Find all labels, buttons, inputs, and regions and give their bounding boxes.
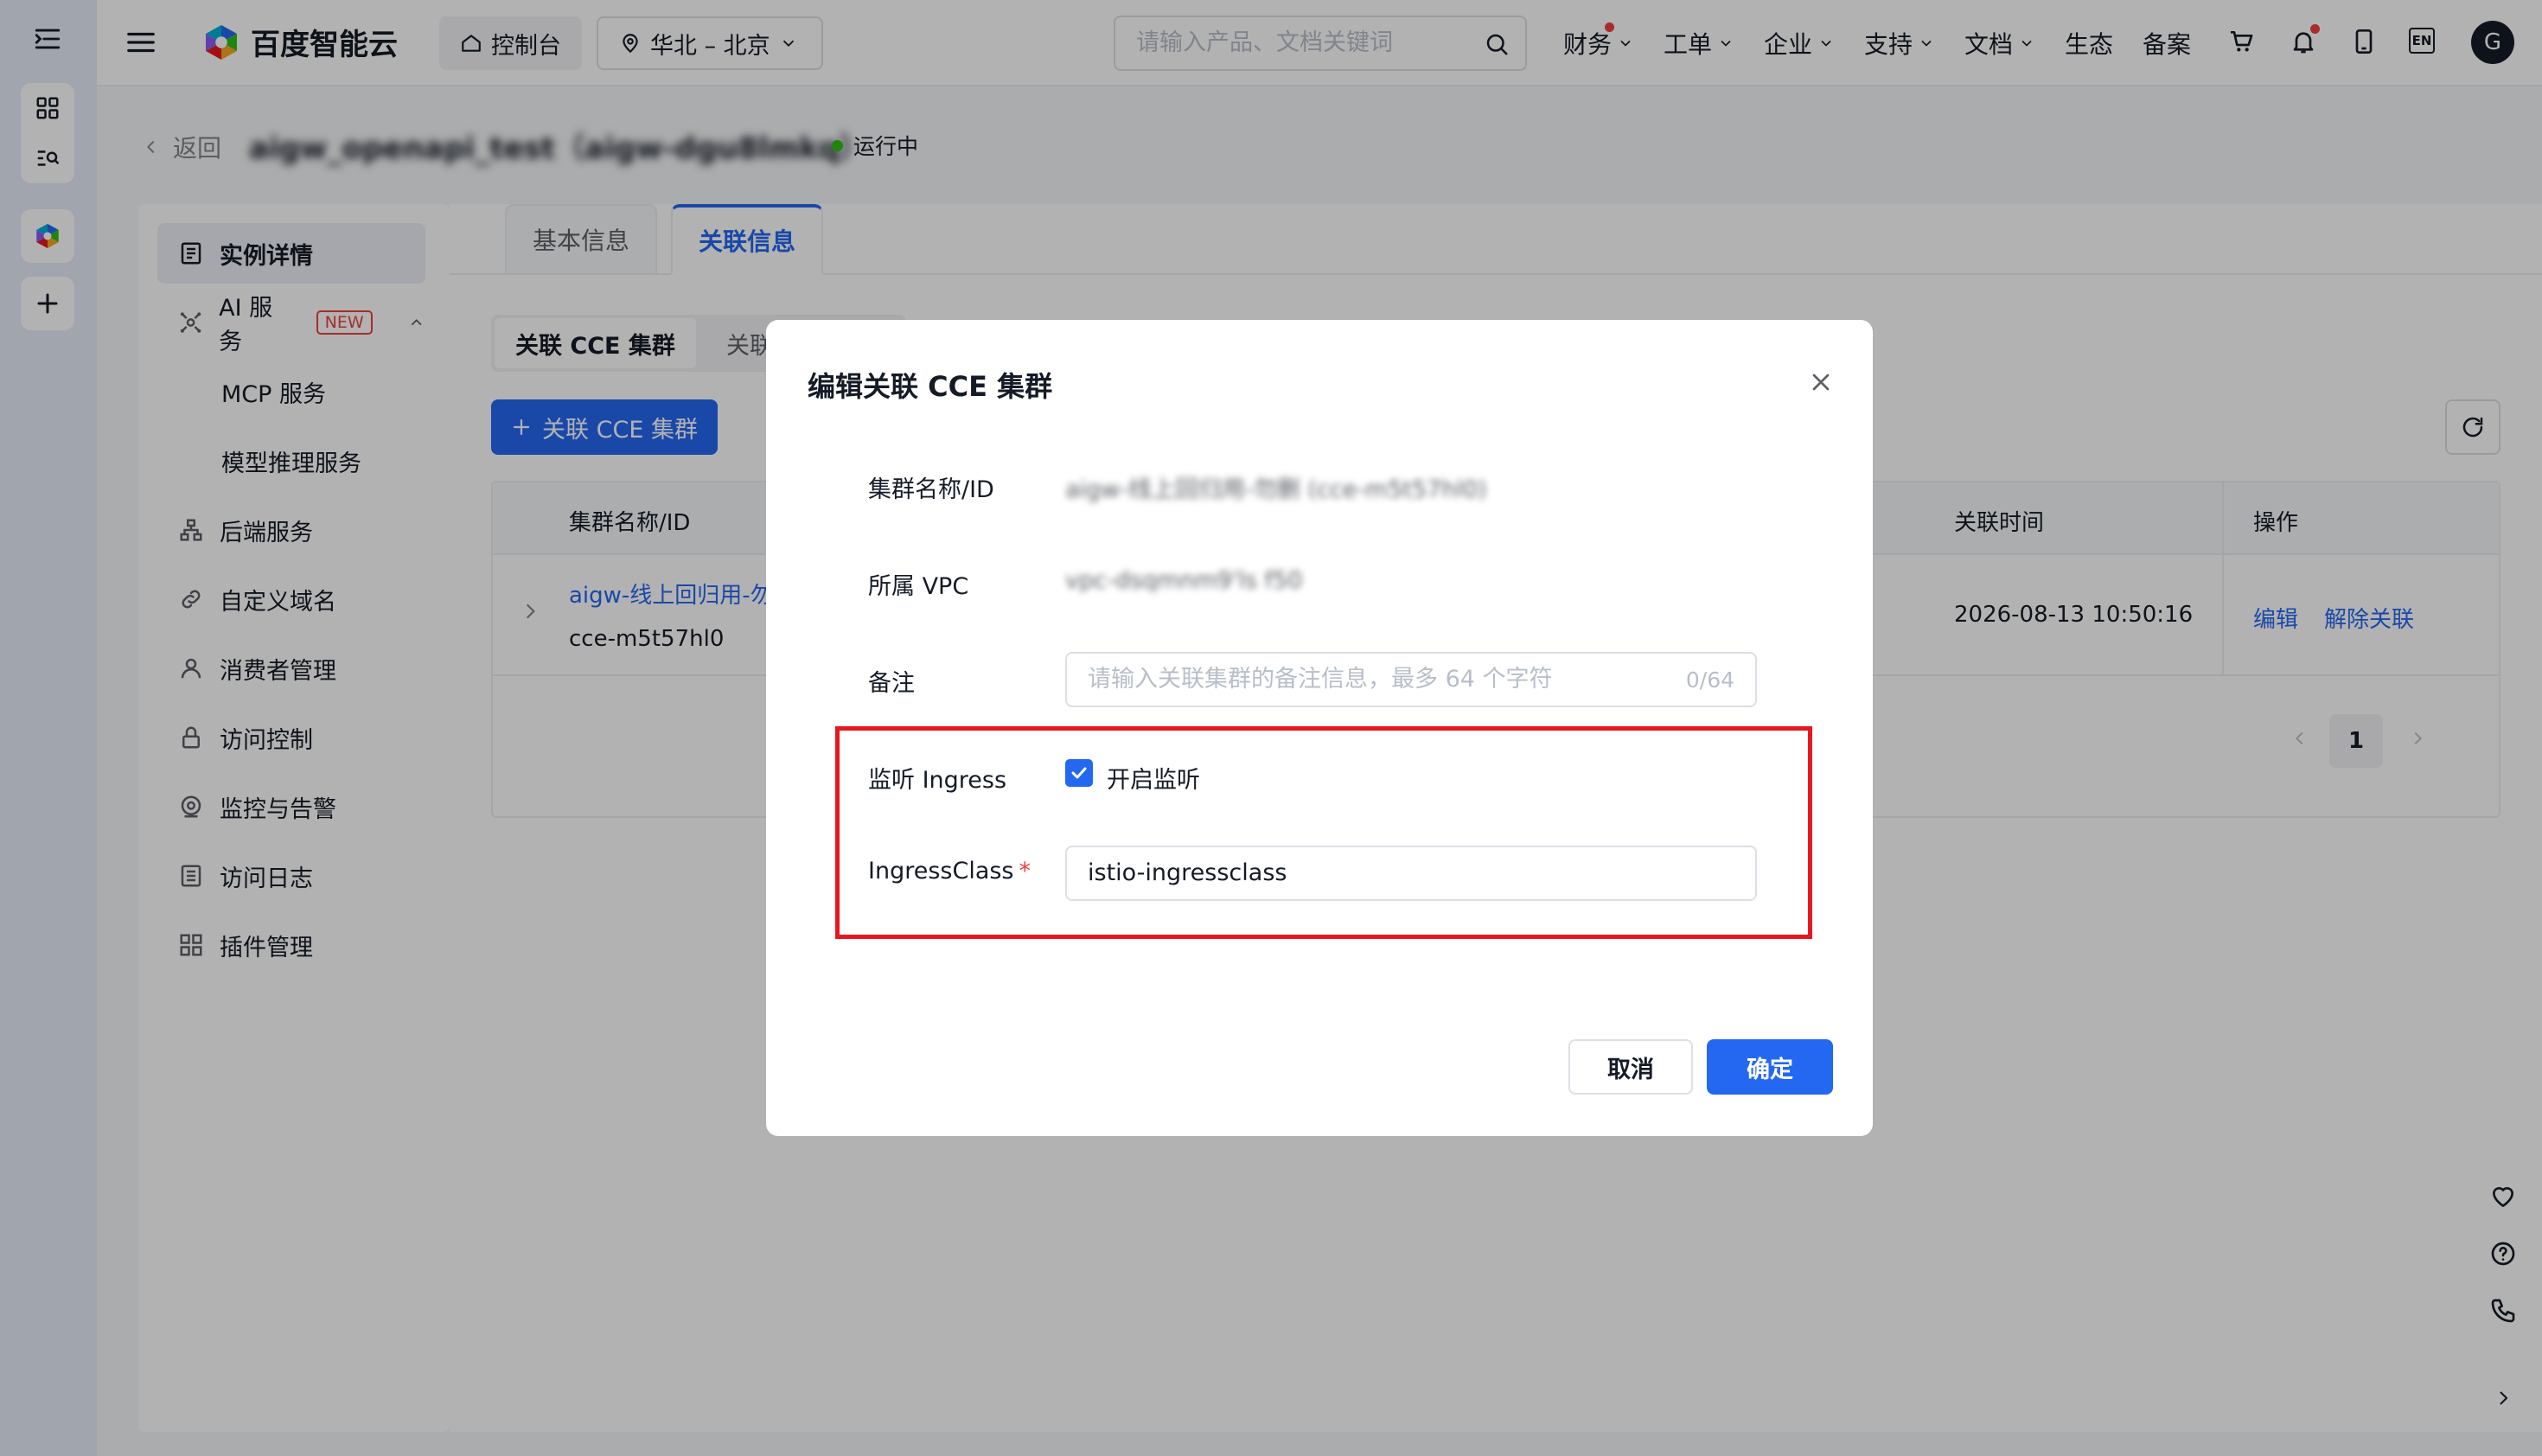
cluster-name-value: aigw-线上回归用-勿删 (cce-m5t57hl0)	[1065, 476, 1487, 503]
highlight-box	[835, 726, 1812, 939]
cancel-button[interactable]: 取消	[1568, 1039, 1693, 1095]
dialog-title: 编辑关联 CCE 集群	[808, 370, 1053, 403]
cluster-name-label: 集群名称/ID	[868, 476, 994, 503]
remark-input[interactable]	[1088, 666, 1641, 693]
vpc-label: 所属 VPC	[868, 573, 969, 600]
ingressclass-field[interactable]	[1065, 846, 1757, 901]
vpc-value: vpc-dsqmnm9'ls f50	[1065, 567, 1303, 594]
ingress-label: 监听 Ingress	[868, 767, 1007, 794]
check-icon	[1071, 767, 1087, 779]
ingressclass-label: IngressClass *	[868, 858, 1031, 884]
ingressclass-label-text: IngressClass	[868, 858, 1014, 884]
ingress-checkbox[interactable]	[1065, 759, 1093, 787]
ingress-checkbox-label[interactable]: 开启监听	[1107, 761, 1200, 795]
remark-counter: 0/64	[1685, 667, 1734, 693]
ingressclass-input[interactable]	[1088, 859, 1641, 886]
close-icon[interactable]	[1807, 368, 1835, 396]
remark-field[interactable]: 0/64	[1065, 652, 1757, 707]
confirm-button[interactable]: 确定	[1707, 1039, 1833, 1095]
remark-label: 备注	[868, 670, 915, 697]
edit-cluster-dialog: 编辑关联 CCE 集群 集群名称/ID aigw-线上回归用-勿删 (cce-m…	[766, 320, 1873, 1136]
required-mark: *	[1019, 858, 1031, 884]
